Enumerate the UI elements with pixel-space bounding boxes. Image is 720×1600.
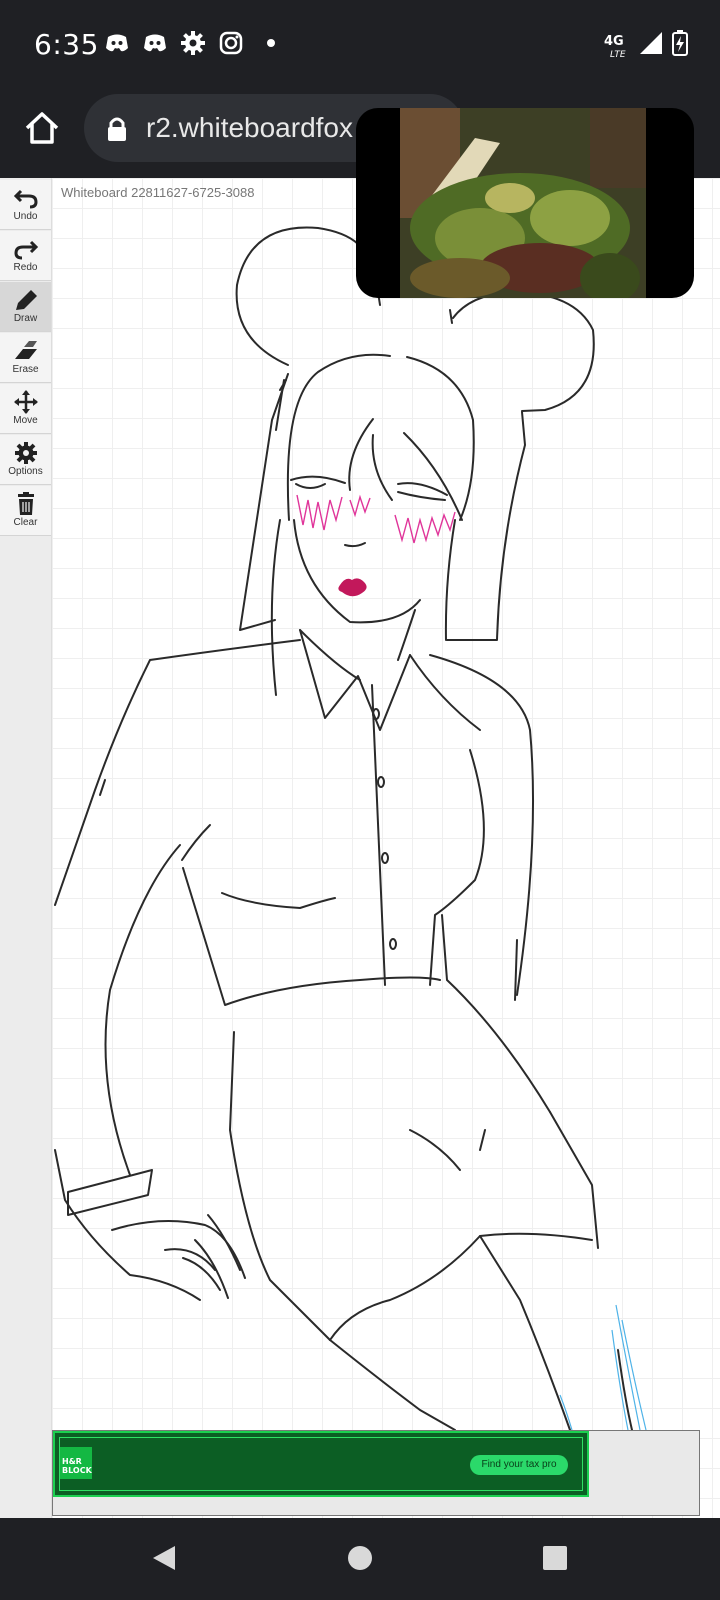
discord-icon (106, 34, 128, 52)
pencil-icon (16, 290, 37, 310)
erase-button[interactable]: Erase (0, 333, 51, 383)
signal-icon (640, 32, 662, 54)
undo-label: Undo (13, 211, 38, 222)
draw-button[interactable]: Draw (0, 282, 51, 332)
screen: 6:35 4G LTE r2.whiteboardfox Whiteboard … (0, 0, 720, 1600)
whiteboard-canvas[interactable] (52, 178, 720, 1518)
undo-icon (13, 189, 38, 209)
redo-button[interactable]: Redo (0, 231, 51, 281)
instagram-icon (219, 31, 243, 55)
video-frame (400, 108, 646, 298)
whiteboard-toolbar: Undo Redo Draw Erase Move Options Clear (0, 178, 52, 1518)
navigation-bar (0, 1518, 720, 1600)
options-button[interactable]: Options (0, 435, 51, 485)
discord-icon (144, 34, 166, 52)
svg-text:4G: 4G (604, 34, 624, 49)
hr-block-logo: H&R BLOCK (60, 1447, 92, 1479)
home-nav-icon[interactable] (340, 1538, 380, 1578)
ad-cta-button[interactable]: Find your tax pro (470, 1455, 568, 1475)
ad-banner[interactable]: H&R BLOCK Find your tax pro (53, 1431, 589, 1497)
url-text: r2.whiteboardfox (146, 112, 354, 143)
dot-icon (267, 39, 275, 47)
status-bar: 6:35 4G LTE (0, 0, 720, 90)
move-label: Move (13, 415, 38, 426)
erase-label: Erase (12, 364, 39, 375)
lock-icon (108, 117, 126, 141)
move-button[interactable]: Move (0, 384, 51, 434)
eraser-icon (15, 341, 37, 359)
draw-label: Draw (13, 313, 38, 324)
home-icon[interactable] (22, 108, 62, 148)
svg-text:LTE: LTE (610, 50, 626, 60)
redo-icon (14, 240, 39, 260)
whiteboard-id-label: Whiteboard 22811627-6725-3088 (61, 185, 255, 200)
settings-icon (181, 31, 205, 55)
recents-icon[interactable] (535, 1538, 575, 1578)
video-scene (400, 108, 646, 298)
trash-icon (18, 492, 34, 515)
move-icon (14, 390, 38, 414)
undo-button[interactable]: Undo (0, 180, 51, 230)
clear-button[interactable]: Clear (0, 486, 51, 536)
ad-container: H&R BLOCK Find your tax pro (52, 1430, 700, 1516)
network-lte-icon: 4G LTE (604, 34, 626, 60)
back-icon[interactable] (145, 1538, 185, 1578)
options-label: Options (8, 466, 43, 477)
status-time: 6:35 (34, 28, 99, 61)
battery-charging-icon (672, 30, 688, 56)
picture-in-picture-video[interactable] (356, 108, 694, 298)
clear-label: Clear (13, 517, 38, 528)
redo-label: Redo (13, 262, 38, 273)
gear-icon (15, 442, 37, 464)
